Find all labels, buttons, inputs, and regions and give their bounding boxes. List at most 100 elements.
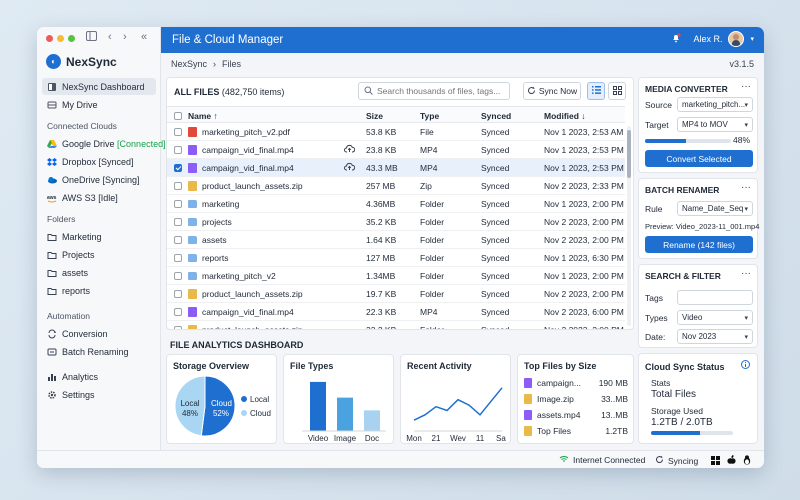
- target-select[interactable]: MP4 to MOV ▾: [677, 117, 753, 132]
- gear-icon: [47, 390, 57, 400]
- file-list-scroll-thumb[interactable]: [627, 130, 631, 178]
- back-icon[interactable]: ‹: [108, 31, 112, 43]
- row-checkbox[interactable]: [174, 182, 182, 190]
- minimize-window-button[interactable]: [57, 35, 64, 42]
- sidebar-item-batch-renaming[interactable]: Batch Renaming: [42, 343, 156, 360]
- table-row[interactable]: reports 127 MB Folder Synced Nov 1 2023, 6:3…: [167, 249, 625, 267]
- sidebar-item-dropbox[interactable]: Dropbox [Synced]: [42, 153, 156, 170]
- row-checkbox[interactable]: [174, 128, 182, 136]
- target-label: Target: [645, 120, 669, 130]
- cloud-upload-icon[interactable]: [344, 144, 356, 155]
- collapse-sidebar-icon[interactable]: «: [141, 31, 147, 43]
- table-row[interactable]: assets 1.64 KB Folder Synced Nov 2 2023, 2:0…: [167, 231, 625, 249]
- rule-value: Name_Date_Seq: [682, 204, 744, 213]
- column-type-header[interactable]: Type: [420, 111, 439, 121]
- row-checkbox[interactable]: [174, 164, 182, 172]
- column-name-header[interactable]: Name ↑: [188, 111, 218, 121]
- platform-icons: [711, 455, 751, 467]
- forward-icon[interactable]: ›: [123, 31, 127, 43]
- row-checkbox[interactable]: [174, 236, 182, 244]
- breadcrumb-root[interactable]: NexSync: [171, 59, 207, 69]
- table-row[interactable]: product_launch_assets.zip 33.2 KB Folder Sy…: [167, 321, 625, 330]
- sidebar-folder-projects[interactable]: Projects: [42, 246, 156, 263]
- select-all-checkbox[interactable]: [174, 112, 182, 120]
- table-row[interactable]: product_launch_assets.zip 19.7 KB Folder Sy…: [167, 285, 625, 303]
- convert-selected-button[interactable]: Convert Selected: [645, 150, 753, 167]
- grid-view-button[interactable]: [608, 82, 626, 100]
- list-view-button[interactable]: [587, 82, 605, 100]
- top-file-item[interactable]: campaign... 190 MB: [524, 377, 628, 391]
- sidebar-item-my-drive[interactable]: My Drive: [42, 96, 156, 113]
- sidebar-item-analytics[interactable]: Analytics: [42, 368, 156, 385]
- avatar[interactable]: [728, 31, 745, 47]
- maximize-window-button[interactable]: [68, 35, 75, 42]
- cloud-upload-icon[interactable]: [344, 162, 356, 173]
- search-input[interactable]: [377, 86, 507, 96]
- sidebar-toggle-icon[interactable]: [86, 31, 97, 44]
- top-file-item[interactable]: Image.zip 33..MB: [524, 393, 628, 407]
- file-type: MP4: [420, 163, 438, 173]
- row-checkbox[interactable]: [174, 290, 182, 298]
- top-file-size: 13..MB: [601, 410, 628, 420]
- sidebar-folder-reports[interactable]: reports: [42, 282, 156, 299]
- conversion-progress-fill: [645, 139, 687, 143]
- table-row[interactable]: marketing 4.36MB Folder Synced Nov 1 2023, 2…: [167, 195, 625, 213]
- row-checkbox[interactable]: [174, 146, 182, 154]
- sidebar-item-conversion[interactable]: Conversion: [42, 325, 156, 342]
- rename-files-button[interactable]: Rename (142 files): [645, 236, 753, 253]
- top-file-item[interactable]: Top Files 1.2TB: [524, 425, 628, 439]
- notification-bell-icon[interactable]: [671, 33, 682, 45]
- table-row[interactable]: marketing_pitch_v2.pdf 53.8 KB File Synced N…: [167, 123, 625, 141]
- row-checkbox[interactable]: [174, 272, 182, 280]
- date-select[interactable]: Nov 2023 ▾: [677, 329, 753, 344]
- breadcrumb-current[interactable]: Files: [222, 59, 241, 69]
- row-checkbox[interactable]: [174, 308, 182, 316]
- types-select[interactable]: Video ▾: [677, 310, 753, 325]
- sidebar-item-google-drive[interactable]: Google Drive [Connected]: [42, 135, 166, 152]
- more-options-icon[interactable]: ···: [741, 81, 751, 92]
- top-file-item[interactable]: assets.mp4 13..MB: [524, 409, 628, 423]
- sidebar-item-dashboard[interactable]: NexSync Dashboard: [42, 78, 156, 95]
- table-row[interactable]: campaign_vid_final.mp4 23.8 KB MP4 Synced No…: [167, 141, 625, 159]
- column-size-header[interactable]: Size: [366, 111, 383, 121]
- table-header: Name ↑ Size Type Synced Modified ↓: [167, 106, 625, 123]
- file-name: marketing_pitch_v2.pdf: [202, 127, 290, 137]
- more-options-icon[interactable]: ···: [741, 182, 751, 193]
- pie-legend: Local Cloud: [241, 393, 271, 421]
- sidebar-item-settings[interactable]: Settings: [42, 386, 156, 403]
- column-synced-header[interactable]: Synced: [481, 111, 511, 121]
- bar-image: [337, 397, 353, 431]
- search-box[interactable]: [358, 82, 510, 100]
- sidebar-item-aws-s3[interactable]: aws AWS S3 [Idle]: [42, 189, 156, 206]
- rule-label: Rule: [645, 204, 663, 214]
- info-icon[interactable]: [741, 360, 750, 371]
- table-row[interactable]: marketing_pitch_v2 1.34MB Folder Synced Nov …: [167, 267, 625, 285]
- row-checkbox[interactable]: [174, 200, 182, 208]
- chevron-down-icon[interactable]: ▾: [750, 35, 754, 43]
- more-options-icon[interactable]: ···: [741, 268, 751, 279]
- row-checkbox[interactable]: [174, 254, 182, 262]
- row-checkbox[interactable]: [174, 218, 182, 226]
- table-row[interactable]: projects 35.2 KB Folder Synced Nov 2 2023, 2…: [167, 213, 625, 231]
- file-synced: Synced: [481, 181, 510, 191]
- pie-local-name: Local: [180, 399, 200, 408]
- sync-status[interactable]: Syncing: [655, 455, 698, 466]
- table-row[interactable]: product_launch_assets.zip 257 MB Zip Synced…: [167, 177, 625, 195]
- source-select[interactable]: marketing_pitch... ▾: [677, 97, 753, 112]
- rule-select[interactable]: Name_Date_Seq ▾: [677, 201, 753, 216]
- close-window-button[interactable]: [46, 35, 53, 42]
- sidebar-folder-marketing[interactable]: Marketing: [42, 228, 156, 245]
- row-checkbox[interactable]: [174, 326, 182, 329]
- table-row[interactable]: campaign_vid_final.mp4 22.3 KB MP4 Synced No…: [167, 303, 625, 321]
- apple-icon: [727, 455, 736, 467]
- folder-file-icon: [188, 236, 197, 244]
- sync-now-button[interactable]: Sync Now: [523, 82, 581, 100]
- sidebar-folder-assets[interactable]: assets: [42, 264, 156, 281]
- sidebar-item-onedrive[interactable]: OneDrive [Syncing]: [42, 171, 156, 188]
- tags-input[interactable]: [677, 290, 753, 305]
- column-modified-header[interactable]: Modified ↓: [544, 111, 586, 121]
- user-menu[interactable]: Alex R. ▾: [671, 31, 754, 47]
- file-name: product_launch_assets.zip: [202, 325, 303, 330]
- file-modified: Nov 2 2023, 2:33 PM: [544, 181, 624, 191]
- table-row[interactable]: campaign_vid_final.mp4 43.3 MB MP4 Synced No…: [167, 159, 625, 177]
